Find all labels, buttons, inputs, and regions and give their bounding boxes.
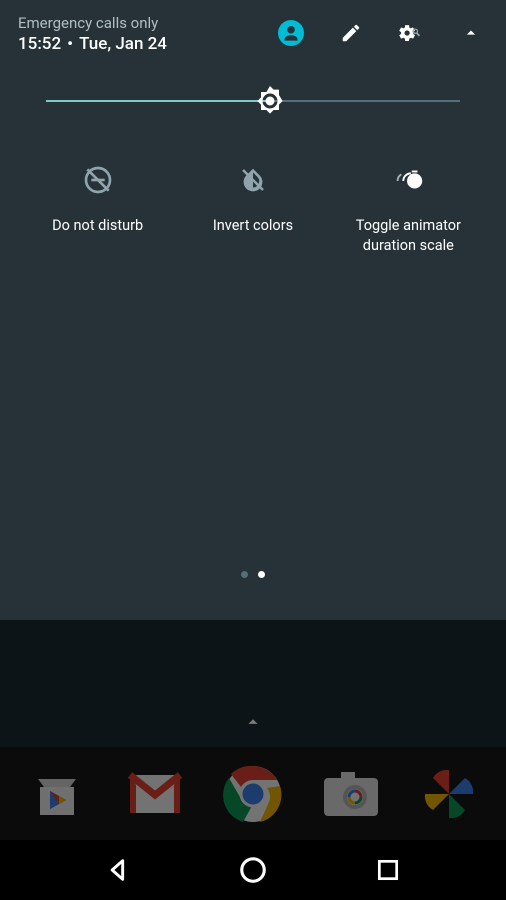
brightness-slider[interactable]	[0, 64, 506, 102]
tile-label: Do not disturb	[52, 216, 143, 236]
animator-duration-icon: 1	[390, 162, 426, 198]
clock-date-row[interactable]: 15:52 • Tue, Jan 24	[18, 34, 167, 54]
wallpaper-area	[0, 620, 506, 747]
chrome-icon[interactable]	[222, 763, 284, 825]
tile-toggle-animator[interactable]: 1 Toggle animator duration scale	[333, 162, 483, 255]
page-dot[interactable]	[241, 571, 248, 578]
network-status: Emergency calls only	[18, 14, 167, 32]
clock-date: Tue, Jan 24	[79, 34, 167, 54]
brightness-thumb-icon[interactable]	[252, 83, 288, 123]
tile-do-not-disturb[interactable]: Do not disturb	[23, 162, 173, 255]
qs-tiles: Do not disturb Invert colors 1 Toggle an…	[0, 102, 506, 255]
home-button[interactable]	[236, 853, 270, 887]
page-indicator	[241, 571, 265, 578]
status-right	[278, 20, 488, 46]
svg-text:1: 1	[412, 177, 417, 188]
clock-time: 15:52	[18, 34, 61, 54]
recents-button[interactable]	[371, 853, 405, 887]
do-not-disturb-icon	[80, 162, 116, 198]
separator-dot: •	[67, 34, 73, 54]
status-left: Emergency calls only 15:52 • Tue, Jan 24	[18, 14, 167, 54]
back-button[interactable]	[101, 853, 135, 887]
settings-icon[interactable]	[398, 20, 424, 46]
page-dot[interactable]	[258, 571, 265, 578]
edit-icon[interactable]	[338, 20, 364, 46]
user-icon[interactable]	[278, 20, 304, 46]
navigation-bar	[0, 840, 506, 900]
tile-label: Invert colors	[213, 216, 293, 236]
collapse-icon[interactable]	[458, 20, 484, 46]
quick-settings-panel: Emergency calls only 15:52 • Tue, Jan 24	[0, 0, 506, 620]
gmail-icon[interactable]	[124, 763, 186, 825]
app-drawer-handle-icon[interactable]	[242, 711, 264, 737]
play-store-icon[interactable]	[26, 763, 88, 825]
status-bar: Emergency calls only 15:52 • Tue, Jan 24	[0, 0, 506, 64]
tile-label: Toggle animator duration scale	[333, 216, 483, 255]
camera-icon[interactable]	[320, 763, 382, 825]
invert-colors-icon	[235, 162, 271, 198]
photos-icon[interactable]	[418, 763, 480, 825]
tile-invert-colors[interactable]: Invert colors	[178, 162, 328, 255]
dock	[0, 747, 506, 840]
